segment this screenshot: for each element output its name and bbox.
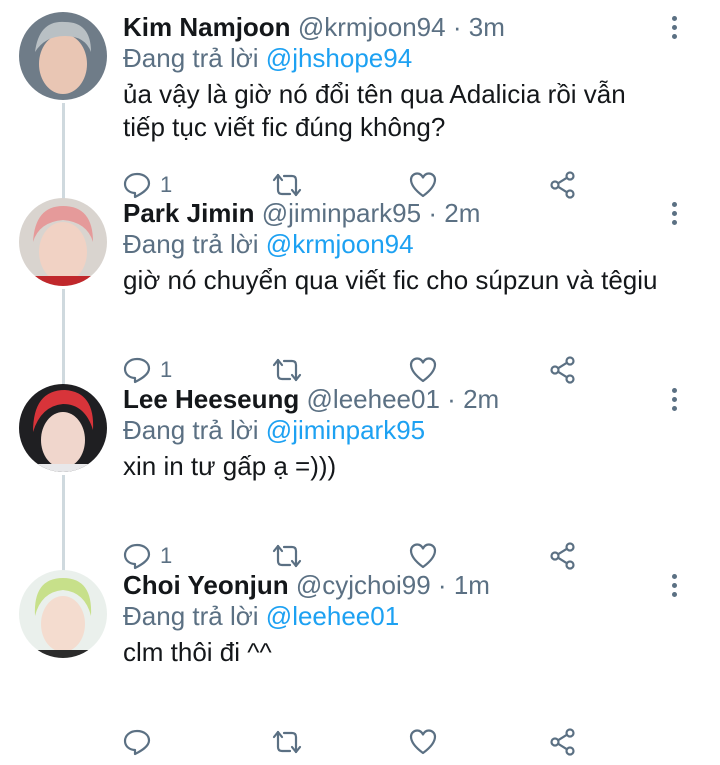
display-name[interactable]: Lee Heeseung — [123, 384, 299, 414]
replying-to-handle[interactable]: @krmjoon94 — [266, 229, 414, 259]
tweet-header: Choi Yeonjun @cyjchoi99 · 1m — [123, 570, 490, 600]
retweet-button[interactable] — [270, 726, 304, 758]
separator-dot: · — [447, 384, 456, 414]
replying-to: Đang trả lời @krmjoon94 — [123, 229, 414, 259]
avatar[interactable] — [19, 570, 107, 658]
tweet-actions — [122, 726, 592, 758]
like-button[interactable] — [408, 726, 438, 758]
replying-to: Đang trả lời @leehee01 — [123, 601, 399, 631]
timestamp[interactable]: 2m — [463, 384, 499, 414]
display-name[interactable]: Choi Yeonjun — [123, 570, 289, 600]
more-icon[interactable] — [664, 12, 684, 44]
tweet-header: Lee Heeseung @leehee01 · 2m — [123, 384, 499, 414]
replying-to-handle[interactable]: @jiminpark95 — [266, 415, 425, 445]
tweet[interactable]: Park Jimin @jiminpark95 · 2m Đang trả lờ… — [0, 186, 720, 384]
avatar[interactable] — [19, 384, 107, 472]
reply-button[interactable] — [122, 726, 160, 758]
share-button[interactable] — [548, 726, 578, 758]
user-handle[interactable]: @krmjoon94 — [298, 12, 446, 42]
user-handle[interactable]: @jiminpark95 — [262, 198, 421, 228]
user-handle[interactable]: @cyjchoi99 — [296, 570, 431, 600]
avatar[interactable] — [19, 198, 107, 286]
tweet[interactable]: Choi Yeonjun @cyjchoi99 · 1m Đang trả lờ… — [0, 558, 720, 756]
replying-to: Đang trả lời @jhshope94 — [123, 43, 412, 73]
replying-to: Đang trả lời @jiminpark95 — [123, 415, 425, 445]
separator-dot: · — [428, 198, 437, 228]
replying-to-handle[interactable]: @leehee01 — [266, 601, 399, 631]
tweet[interactable]: Kim Namjoon @krmjoon94 · 3m Đang trả lời… — [0, 0, 720, 199]
tweet-header: Kim Namjoon @krmjoon94 · 3m — [123, 12, 505, 42]
display-name[interactable]: Park Jimin — [123, 198, 255, 228]
replying-to-label: Đang trả lời — [123, 229, 259, 259]
timestamp[interactable]: 2m — [444, 198, 480, 228]
heart-icon — [408, 727, 438, 757]
reply-icon — [122, 727, 152, 757]
avatar[interactable] — [19, 12, 107, 100]
more-icon[interactable] — [664, 198, 684, 230]
tweet-text: giờ nó chuyển qua viết fic cho súpzun và… — [123, 265, 658, 295]
replying-to-label: Đang trả lời — [123, 43, 259, 73]
more-icon[interactable] — [664, 570, 684, 602]
tweet[interactable]: Lee Heeseung @leehee01 · 2m Đang trả lời… — [0, 372, 720, 570]
tweet-text: xin in tư gấp ạ =))) — [123, 451, 337, 481]
separator-dot: · — [452, 12, 462, 42]
more-icon[interactable] — [664, 384, 684, 416]
separator-dot: · — [437, 570, 447, 600]
retweet-icon — [270, 727, 304, 757]
tweet-header: Park Jimin @jiminpark95 · 2m — [123, 198, 480, 228]
replying-to-label: Đang trả lời — [123, 415, 259, 445]
display-name[interactable]: Kim Namjoon — [123, 12, 291, 42]
replying-to-handle[interactable]: @jhshope94 — [266, 43, 412, 73]
tweet-text: ủa vậy là giờ nó đổi tên qua Adalicia rồ… — [123, 79, 626, 142]
reply-thread: Kim Namjoon @krmjoon94 · 3m Đang trả lời… — [0, 0, 720, 765]
tweet-text: clm thôi đi ^^ — [123, 637, 272, 667]
user-handle[interactable]: @leehee01 — [307, 384, 440, 414]
replying-to-label: Đang trả lời — [123, 601, 259, 631]
timestamp[interactable]: 1m — [454, 570, 490, 600]
share-icon — [548, 727, 578, 757]
timestamp[interactable]: 3m — [469, 12, 505, 42]
